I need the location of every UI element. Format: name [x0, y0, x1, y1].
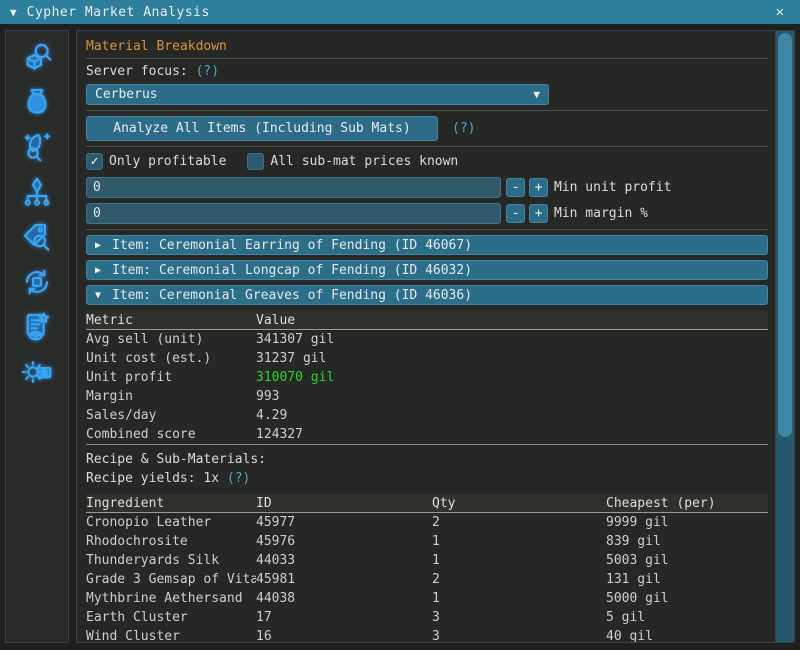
recipe-yields-help-icon[interactable]: (?): [227, 471, 250, 486]
min-unit-profit-plus-button[interactable]: +: [529, 178, 548, 197]
min-margin-plus-button[interactable]: +: [529, 204, 548, 223]
table-row: Thunderyards Silk 44033 1 5003 gil: [86, 551, 768, 570]
min-margin-input[interactable]: [86, 203, 501, 224]
check-icon: ✓: [91, 154, 99, 169]
table-row: Margin 993: [86, 387, 768, 406]
table-row: Earth Cluster 17 3 5 gil: [86, 608, 768, 627]
min-unit-profit-row: - + Min unit profit: [86, 177, 768, 198]
only-profitable-label: Only profitable: [109, 154, 226, 169]
window-title: Cypher Market Analysis: [27, 5, 210, 20]
metrics-table: Metric Value Avg sell (unit) 341307 gil …: [86, 311, 768, 445]
crafting-tree-icon[interactable]: [20, 175, 54, 209]
all-submat-label: All sub-mat prices known: [270, 154, 458, 169]
table-row: Wind Cluster 16 3 40 gil: [86, 627, 768, 642]
sidebar: [5, 30, 69, 643]
title-bar: ▼ Cypher Market Analysis ✕: [0, 0, 800, 24]
item-search-icon[interactable]: [20, 40, 54, 74]
item-header-longcap[interactable]: ▶ Item: Ceremonial Longcap of Fending (I…: [86, 260, 768, 280]
item-header-earring[interactable]: ▶ Item: Ceremonial Earring of Fending (I…: [86, 235, 768, 255]
close-icon[interactable]: ✕: [770, 4, 790, 20]
all-submat-checkbox[interactable]: [247, 153, 264, 170]
server-focus-selected: Cerberus: [95, 87, 158, 102]
chevron-down-icon: ▼: [95, 290, 112, 301]
filter-checkbox-row: ✓ Only profitable All sub-mat prices kno…: [86, 152, 768, 170]
min-unit-profit-label: Min unit profit: [554, 180, 671, 195]
price-tag-search-icon[interactable]: [20, 220, 54, 254]
only-profitable-checkbox[interactable]: ✓: [86, 153, 103, 170]
table-row: Rhodochrosite 45976 1 839 gil: [86, 532, 768, 551]
settings-icon[interactable]: [20, 355, 54, 389]
min-margin-label: Min margin %: [554, 206, 648, 221]
server-focus-dropdown[interactable]: Cerberus ▼: [86, 84, 549, 105]
chevron-right-icon: ▶: [95, 240, 112, 251]
table-row: Avg sell (unit) 341307 gil: [86, 330, 768, 349]
content-scroll-area: Material Breakdown Server focus: (?) Cer…: [77, 31, 775, 642]
unit-profit-value: 310070 gil: [256, 368, 334, 387]
server-focus-help-icon[interactable]: (?): [196, 64, 219, 79]
table-row: Cronopio Leather 45977 2 9999 gil: [86, 513, 768, 532]
min-margin-row: - + Min margin %: [86, 203, 768, 224]
ingredients-header-row: Ingredient ID Qty Cheapest (per): [86, 494, 768, 513]
table-row: Sales/day 4.29: [86, 406, 768, 425]
material-breakdown-panel: Material Breakdown Server focus: (?) Cer…: [76, 30, 795, 643]
watchlist-icon[interactable]: [20, 310, 54, 344]
vertical-scrollbar[interactable]: [775, 31, 794, 642]
recipe-yields-line: Recipe yields: 1x (?): [86, 469, 768, 488]
item-header-label: Item: Ceremonial Longcap of Fending (ID …: [112, 263, 472, 278]
analyze-help-icon[interactable]: (?): [452, 121, 475, 136]
money-bag-icon[interactable]: [20, 85, 54, 119]
metrics-header-row: Metric Value: [86, 311, 768, 330]
table-row: Combined score 124327: [86, 425, 768, 444]
analyze-all-items-button[interactable]: Analyze All Items (Including Sub Mats): [86, 116, 438, 141]
table-row: Mythbrine Aethersand 44038 1 5000 gil: [86, 589, 768, 608]
chevron-right-icon: ▶: [95, 265, 112, 276]
table-row: Unit cost (est.) 31237 gil: [86, 349, 768, 368]
item-header-label: Item: Ceremonial Greaves of Fending (ID …: [112, 288, 472, 303]
chevron-down-icon: ▼: [533, 88, 540, 101]
min-margin-minus-button[interactable]: -: [506, 204, 525, 223]
item-header-greaves[interactable]: ▼ Item: Ceremonial Greaves of Fending (I…: [86, 285, 768, 305]
table-row: Unit profit 310070 gil: [86, 368, 768, 387]
analyze-row: Analyze All Items (Including Sub Mats) (…: [86, 116, 768, 141]
ingredients-table: Ingredient ID Qty Cheapest (per) Cronopi…: [86, 494, 768, 642]
scrollbar-thumb[interactable]: [778, 33, 792, 437]
material-search-icon[interactable]: [20, 130, 54, 164]
server-focus-label: Server focus: (?): [86, 63, 768, 81]
page-title: Material Breakdown: [86, 39, 768, 55]
auto-refresh-icon[interactable]: [20, 265, 54, 299]
recipe-section-title: Recipe & Sub-Materials:: [86, 450, 768, 469]
min-unit-profit-minus-button[interactable]: -: [506, 178, 525, 197]
min-unit-profit-input[interactable]: [86, 177, 501, 198]
table-row: Grade 3 Gemsap of Vita 45981 2 131 gil: [86, 570, 768, 589]
item-header-label: Item: Ceremonial Earring of Fending (ID …: [112, 238, 472, 253]
window-collapse-icon[interactable]: ▼: [10, 6, 17, 19]
